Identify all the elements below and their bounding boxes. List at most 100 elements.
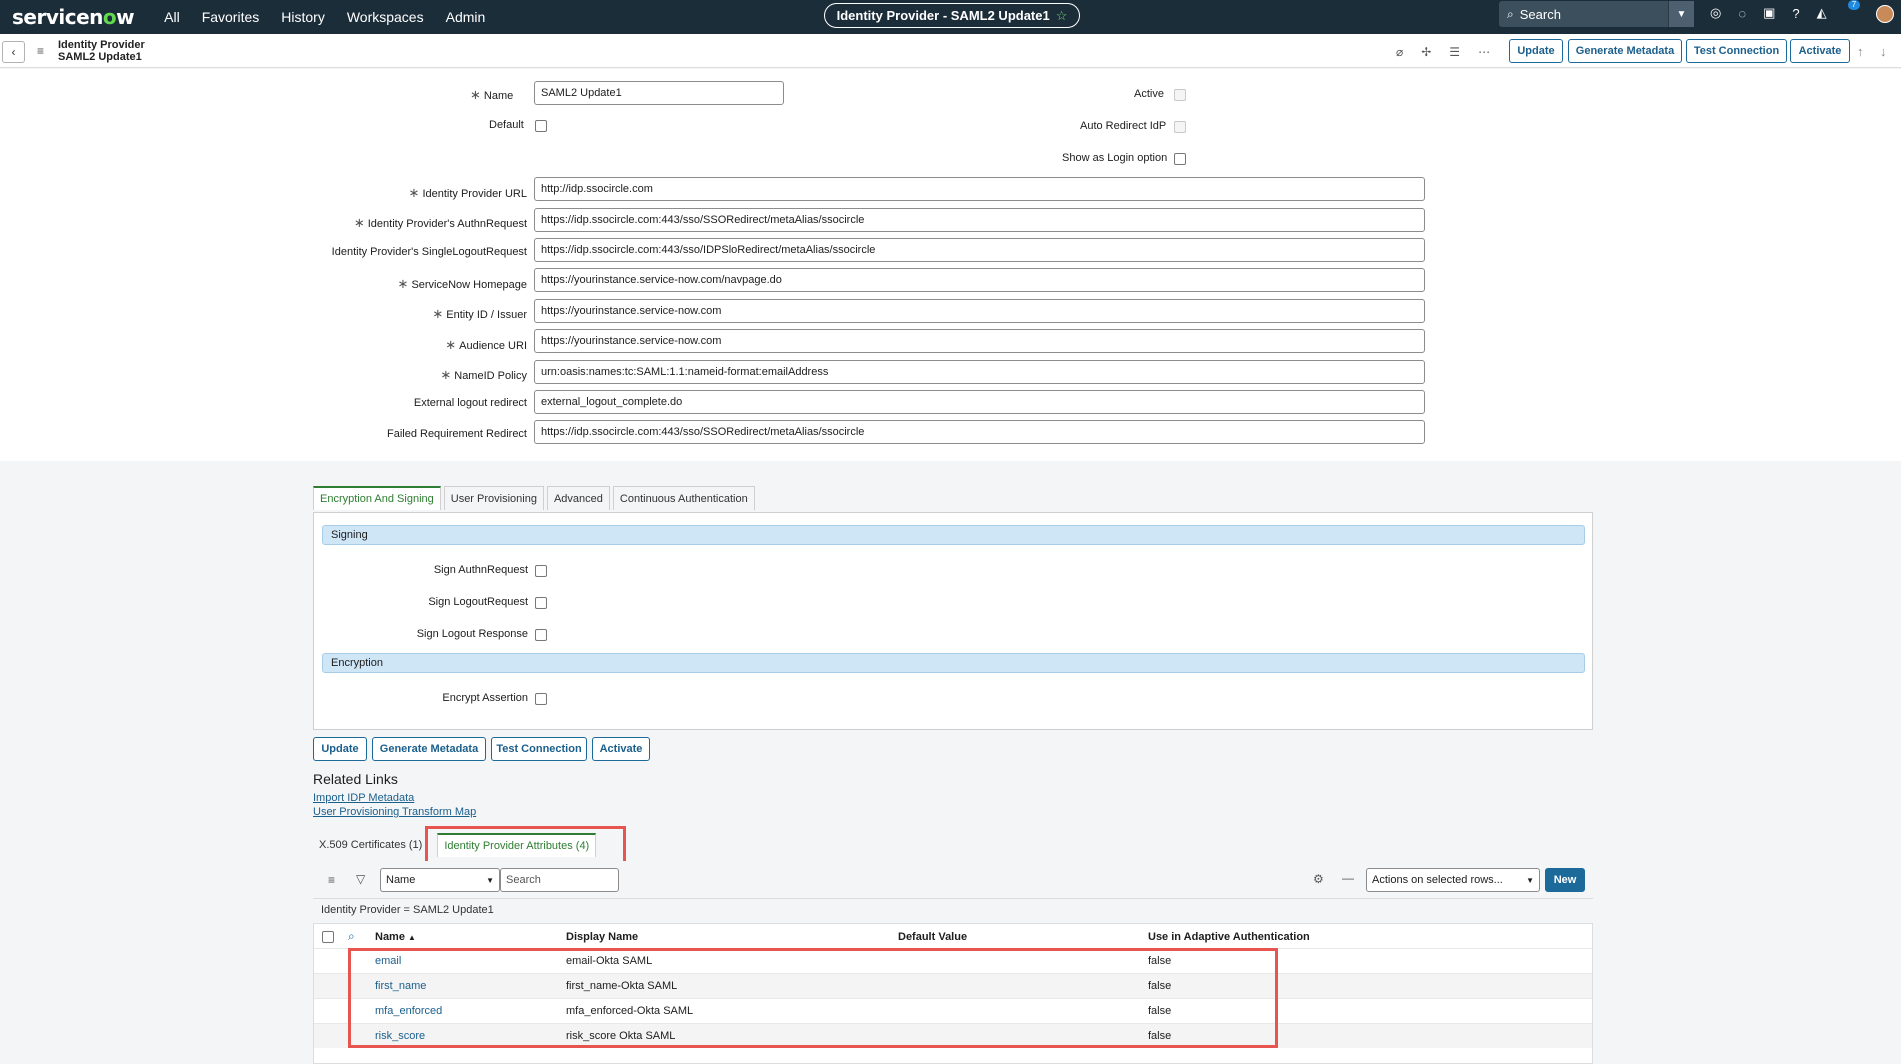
select-all-checkbox[interactable] — [322, 931, 334, 943]
section-tabs: Encryption And Signing User Provisioning… — [313, 486, 758, 510]
back-button[interactable]: ‹ — [2, 41, 25, 63]
list-search-input[interactable]: Search — [500, 868, 619, 892]
sign-logout-response-checkbox[interactable] — [535, 629, 547, 641]
star-icon[interactable]: ☆ — [1056, 8, 1068, 24]
more-options-icon[interactable]: ⋯ — [1478, 45, 1490, 59]
search-icon[interactable]: ⌕ — [348, 929, 355, 944]
idp-singlelogout-field[interactable]: https://idp.ssocircle.com:443/sso/IDPSlo… — [534, 238, 1425, 262]
context-menu-icon[interactable]: ≡ — [37, 44, 44, 58]
sign-logoutrequest-checkbox[interactable] — [535, 597, 547, 609]
record-title: Identity Provider SAML2 Update1 — [58, 39, 145, 63]
global-search[interactable]: ⌕ Search ▼ — [1499, 1, 1694, 27]
show-login-checkbox[interactable] — [1174, 153, 1186, 165]
settings-sliders-icon[interactable]: ☰ — [1449, 45, 1460, 59]
list-filter-breadcrumb[interactable]: Identity Provider = SAML2 Update1 — [321, 904, 494, 916]
globe-icon[interactable]: ◎ — [1710, 5, 1721, 21]
sign-authnrequest-checkbox[interactable] — [535, 565, 547, 577]
servicenow-logo[interactable]: servicenow — [12, 5, 135, 29]
test-connection-button-bottom[interactable]: Test Connection — [491, 737, 587, 761]
required-icon: ∗ — [397, 276, 409, 291]
attachment-icon[interactable]: ⌀ — [1396, 45, 1403, 59]
tab-advanced[interactable]: Advanced — [546, 486, 610, 510]
entity-id-field[interactable]: https://yourinstance.service-now.com — [534, 299, 1425, 323]
update-button-bottom[interactable]: Update — [313, 737, 367, 761]
active-checkbox[interactable] — [1174, 89, 1186, 101]
audience-uri-field[interactable]: https://yourinstance.service-now.com — [534, 329, 1425, 353]
chevron-down-icon: ▼ — [486, 875, 494, 885]
sign-logoutrequest-label: Sign LogoutRequest — [428, 596, 528, 608]
search-field-select[interactable]: Name ▼ — [380, 868, 500, 892]
workspace-icon[interactable]: ▣ — [1763, 5, 1775, 21]
new-button[interactable]: New — [1545, 868, 1585, 892]
sort-ascending-icon: ▲ — [408, 933, 416, 942]
nav-workspaces[interactable]: Workspaces — [347, 9, 424, 25]
context-title: Identity Provider - SAML2 Update1 — [836, 8, 1050, 23]
activate-button-bottom[interactable]: Activate — [592, 737, 650, 761]
servicenow-homepage-field[interactable]: https://yourinstance.service-now.com/nav… — [534, 268, 1425, 292]
arrow-down-icon[interactable]: ↓ — [1880, 44, 1887, 59]
tab-user-provisioning[interactable]: User Provisioning — [443, 486, 544, 510]
column-header-display-name[interactable]: Display Name — [566, 931, 638, 943]
related-links-title: Related Links — [313, 771, 398, 787]
required-icon: ∗ — [408, 185, 420, 200]
idp-singlelogout-label: Identity Provider's SingleLogoutRequest — [331, 246, 527, 258]
import-idp-metadata-link[interactable]: Import IDP Metadata — [313, 792, 414, 804]
top-icons: ◎ ◌ ▣ ? ◭ — [1710, 0, 1827, 26]
help-icon[interactable]: ? — [1792, 6, 1799, 21]
sign-authnrequest-label: Sign AuthnRequest — [433, 564, 528, 576]
record-title-name: SAML2 Update1 — [58, 51, 142, 63]
nav-favorites[interactable]: Favorites — [202, 9, 260, 25]
sign-logout-response-label: Sign Logout Response — [416, 628, 528, 640]
nav-links: All Favorites History Workspaces Admin — [164, 9, 507, 25]
column-header-name[interactable]: Name ▲ — [375, 931, 416, 943]
nav-admin[interactable]: Admin — [446, 9, 486, 25]
column-header-adaptive-auth[interactable]: Use in Adaptive Authentication — [1148, 931, 1310, 943]
nameid-policy-field[interactable]: urn:oasis:names:tc:SAML:1.1:nameid-forma… — [534, 360, 1425, 384]
signing-section-header[interactable]: Signing — [322, 525, 1585, 545]
test-connection-button[interactable]: Test Connection — [1686, 39, 1787, 63]
name-field[interactable]: SAML2 Update1 — [534, 81, 784, 105]
bell-icon[interactable]: ◭ — [1817, 5, 1827, 21]
nav-history[interactable]: History — [281, 9, 325, 25]
activity-icon[interactable]: ✢ — [1421, 45, 1431, 59]
default-checkbox[interactable] — [535, 120, 547, 132]
search-field-value: Name — [386, 874, 416, 886]
auto-redirect-checkbox[interactable] — [1174, 121, 1186, 133]
gear-icon[interactable]: ⚙ — [1313, 872, 1324, 886]
encrypt-assertion-label: Encrypt Assertion — [442, 692, 528, 704]
entity-id-label: ∗ Entity ID / Issuer — [432, 306, 527, 321]
search-scope-dropdown[interactable]: ▼ — [1668, 1, 1694, 27]
record-title-table: Identity Provider — [58, 39, 145, 51]
tab-x509-certificates[interactable]: X.509 Certificates (1) — [313, 833, 429, 857]
active-label: Active — [1134, 88, 1164, 100]
tab-continuous-authentication[interactable]: Continuous Authentication — [612, 486, 755, 510]
chevron-down-icon: ▼ — [1526, 875, 1534, 885]
collapse-icon[interactable]: — — [1342, 871, 1354, 885]
generate-metadata-button[interactable]: Generate Metadata — [1568, 39, 1682, 63]
list-menu-icon[interactable]: ≡ — [328, 873, 335, 887]
chat-icon[interactable]: ◌ — [1738, 6, 1746, 21]
generate-metadata-button-bottom[interactable]: Generate Metadata — [372, 737, 486, 761]
record-header: ‹ ≡ Identity Provider SAML2 Update1 ⌀ ✢ … — [0, 34, 1901, 68]
context-title-pill[interactable]: Identity Provider - SAML2 Update1 ☆ — [824, 3, 1080, 28]
filter-icon[interactable]: ▽ — [356, 872, 365, 886]
activate-button[interactable]: Activate — [1790, 39, 1850, 63]
encryption-section-header[interactable]: Encryption — [322, 653, 1585, 673]
actions-select[interactable]: Actions on selected rows... ▼ — [1366, 868, 1540, 892]
tab-encryption-signing[interactable]: Encryption And Signing — [313, 486, 441, 510]
external-logout-field[interactable]: external_logout_complete.do — [534, 390, 1425, 414]
nav-all[interactable]: All — [164, 9, 180, 25]
update-button[interactable]: Update — [1509, 39, 1563, 63]
idp-authnrequest-field[interactable]: https://idp.ssocircle.com:443/sso/SSORed… — [534, 208, 1425, 232]
failed-requirement-field[interactable]: https://idp.ssocircle.com:443/sso/SSORed… — [534, 420, 1425, 444]
avatar[interactable] — [1876, 5, 1894, 23]
arrow-up-icon[interactable]: ↑ — [1857, 44, 1864, 59]
column-header-default-value[interactable]: Default Value — [898, 931, 967, 943]
encrypt-assertion-checkbox[interactable] — [535, 693, 547, 705]
idp-url-field[interactable]: http://idp.ssocircle.com — [534, 177, 1425, 201]
actions-select-value: Actions on selected rows... — [1372, 874, 1503, 886]
servicenow-homepage-label: ∗ ServiceNow Homepage — [397, 276, 527, 291]
idp-url-label: ∗ Identity Provider URL — [408, 185, 527, 200]
user-provisioning-transform-map-link[interactable]: User Provisioning Transform Map — [313, 806, 476, 818]
required-icon: ∗ — [353, 215, 365, 230]
